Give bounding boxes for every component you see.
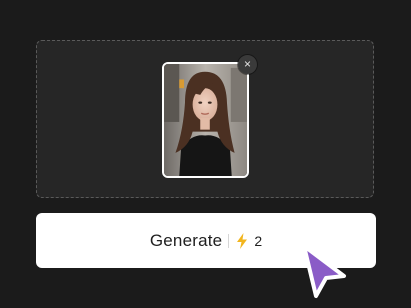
generate-button[interactable]: Generate 2 [36,213,376,268]
button-divider [228,233,230,248]
credit-count: 2 [254,232,263,249]
upload-panel: × Generate 2 [0,0,411,308]
uploaded-image-thumbnail [162,62,249,178]
lightning-bolt-icon [237,232,248,249]
close-icon: × [243,57,251,71]
generate-button-label: Generate [149,230,223,250]
portrait-photo [164,64,247,176]
remove-image-button[interactable]: × [238,55,257,74]
